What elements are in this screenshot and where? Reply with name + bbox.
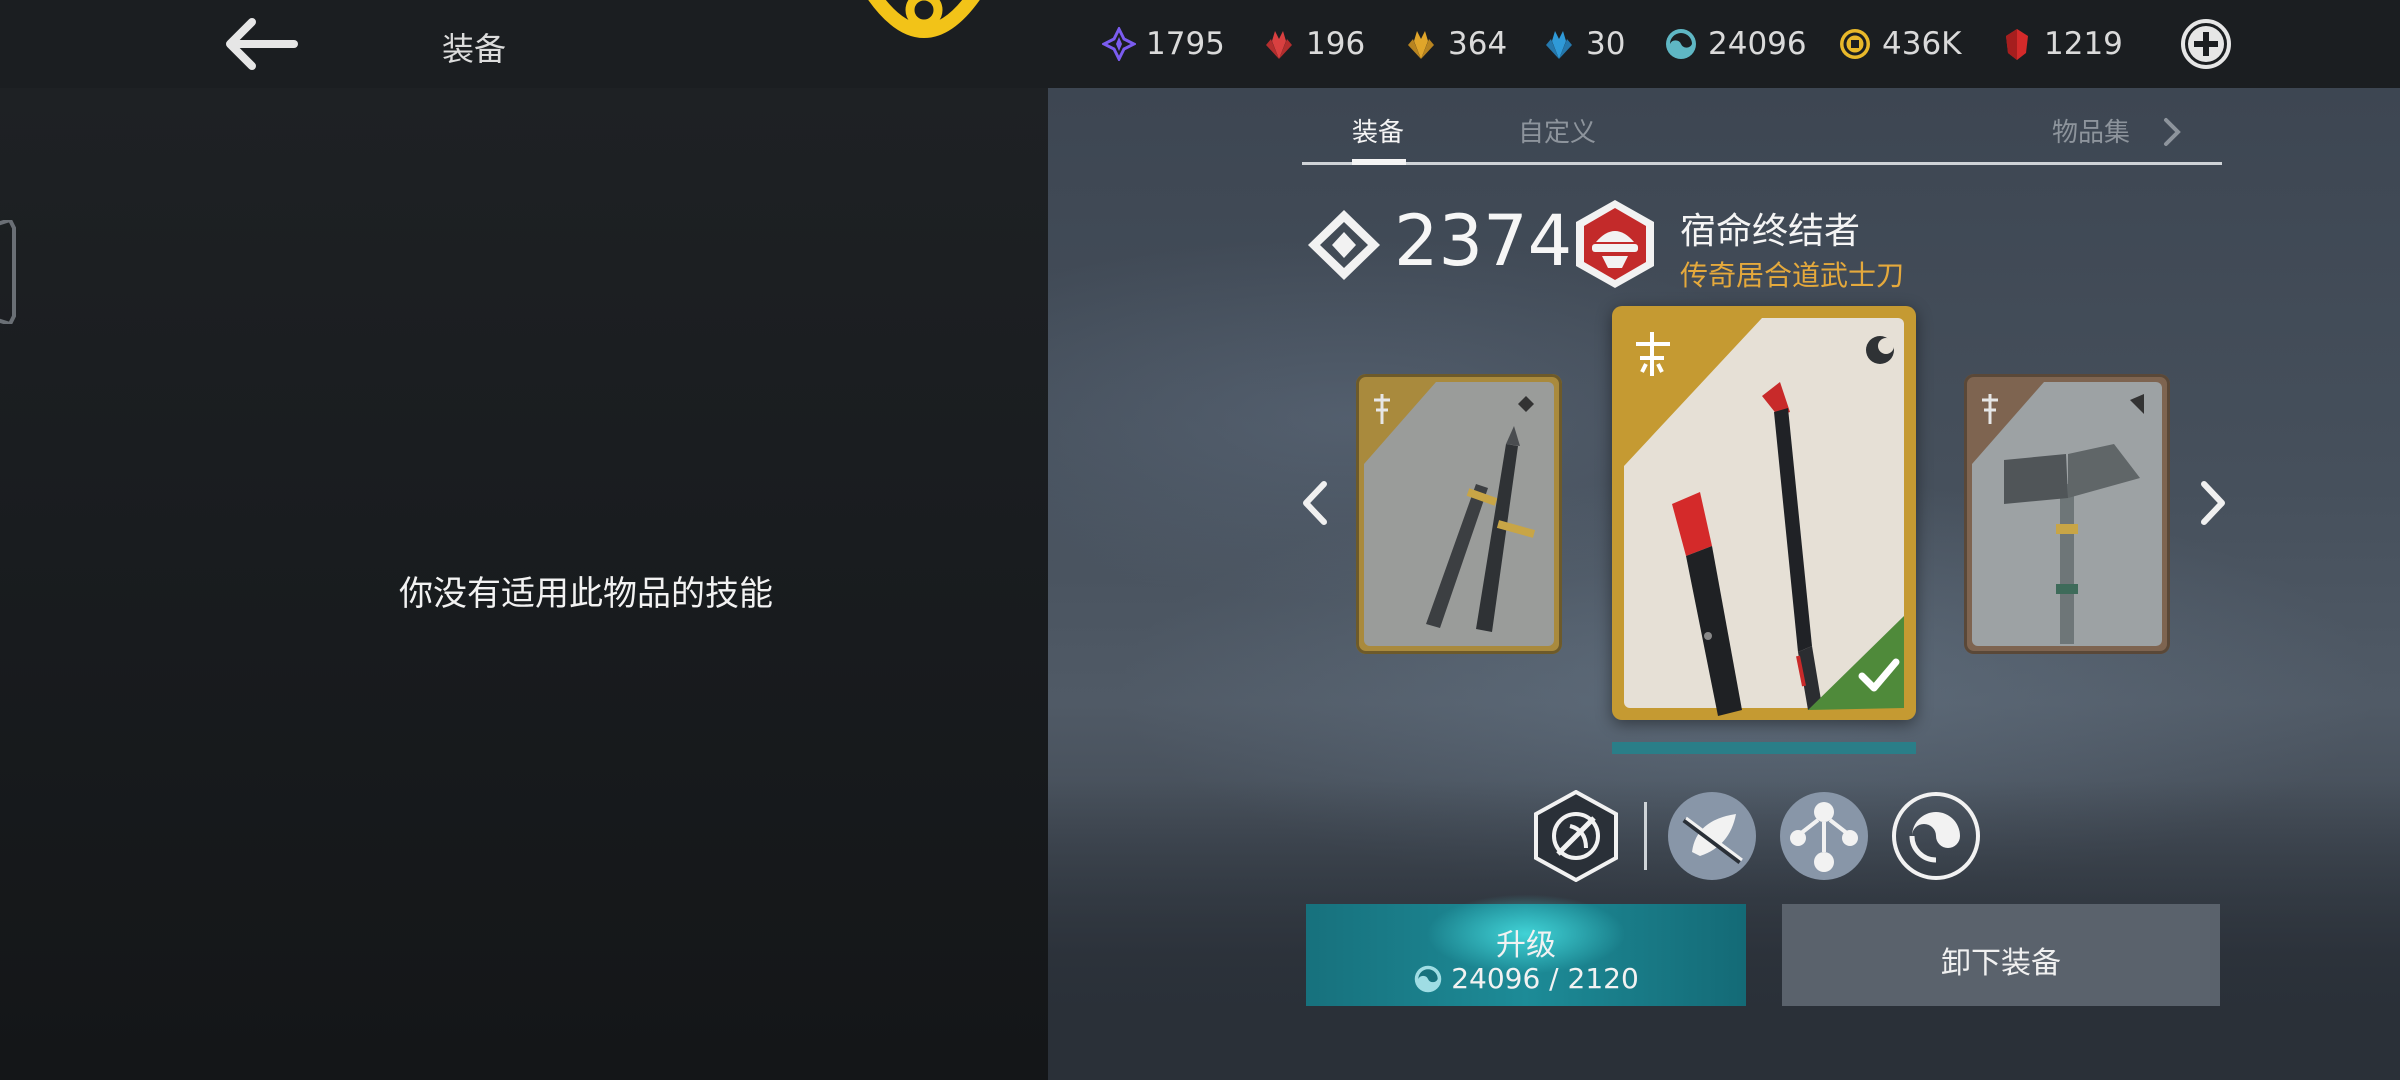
upgrade-label: 升级	[1496, 928, 1556, 963]
plus-circle-icon	[2181, 19, 2231, 69]
upgrade-cost: 24096 / 2120	[1306, 962, 1746, 995]
skill-divider	[1644, 802, 1647, 870]
panel-edge-hex-icon	[0, 220, 16, 324]
feather-disabled-icon[interactable]	[1666, 790, 1758, 882]
energy-swirl-icon	[1666, 29, 1696, 59]
katana-blades-icon	[1624, 318, 1904, 716]
back-button[interactable]	[222, 16, 298, 72]
currency-blue-crystal-value: 30	[1586, 26, 1626, 62]
samurai-helmet-badge-icon	[1576, 200, 1654, 288]
iaido-stance-icon[interactable]	[1530, 790, 1622, 882]
currency-blue-crystal: 30	[1542, 22, 1625, 66]
currency-coin-value: 436K	[1882, 26, 1962, 62]
skill-tree-icon[interactable]	[1778, 790, 1870, 882]
item-card-hammer[interactable]	[1964, 374, 2170, 654]
currency-ruby: 1219	[2000, 22, 2123, 66]
twin-swords-icon	[1364, 382, 1554, 646]
currency-purple-shard: 1795	[1102, 22, 1225, 66]
upgrade-cost-value: 24096 / 2120	[1451, 962, 1639, 995]
tab-equipment[interactable]: 装备	[1352, 112, 1404, 149]
unequip-label: 卸下装备	[1941, 946, 2061, 981]
currency-energy: 24096	[1664, 22, 1807, 66]
gold-crystal-icon	[1408, 31, 1434, 59]
energy-swirl-icon	[1414, 965, 1442, 992]
currency-gold-crystal-value: 364	[1448, 26, 1508, 62]
tab-customize[interactable]: 自定义	[1518, 112, 1596, 149]
item-type: 传奇居合道武士刀	[1680, 259, 1905, 292]
back-arrow-icon	[226, 18, 298, 70]
item-level-strip	[1612, 742, 1916, 754]
chevron-right-icon[interactable]	[2162, 116, 2182, 148]
red-crystal-icon	[1266, 31, 1292, 59]
currency-red-crystal: 196	[1262, 22, 1365, 66]
tab-active-indicator	[1352, 159, 1406, 165]
tab-divider-line	[1302, 162, 2222, 165]
page-title: 装备	[442, 30, 507, 68]
spiral-ability-icon[interactable]	[1890, 790, 1982, 882]
currency-energy-value: 24096	[1708, 26, 1807, 62]
currency-red-crystal-value: 196	[1306, 26, 1366, 62]
power-rating: 2374	[1394, 200, 1573, 282]
purple-shard-icon	[1102, 27, 1136, 61]
add-currency-button[interactable]	[2180, 18, 2232, 70]
war-hammer-icon	[1972, 382, 2162, 646]
coin-icon	[1840, 29, 1870, 59]
item-card-katana-equipped[interactable]	[1612, 306, 1916, 720]
tab-item-sets[interactable]: 物品集	[2052, 112, 2130, 149]
blue-crystal-icon	[1546, 31, 1572, 59]
unequip-button[interactable]: 卸下装备	[1782, 904, 2220, 1006]
power-diamond-icon	[1308, 210, 1380, 280]
upgrade-button[interactable]: 升级 24096 / 2120	[1306, 894, 1746, 1006]
item-name: 宿命终结者	[1680, 211, 1861, 252]
previous-item-arrow-icon[interactable]	[1298, 478, 1330, 528]
currency-gold-crystal: 364	[1404, 22, 1507, 66]
currency-coin: 436K	[1838, 22, 1962, 66]
currency-ruby-value: 1219	[2044, 26, 2123, 62]
next-item-arrow-icon[interactable]	[2198, 478, 2230, 528]
ruby-gem-icon	[2006, 29, 2028, 60]
no-skill-message: 你没有适用此物品的技能	[399, 574, 773, 614]
currency-purple-shard-value: 1795	[1146, 26, 1225, 62]
item-card-swords[interactable]	[1356, 374, 1562, 654]
clan-emblem-icon	[868, 0, 980, 38]
top-bar: 装备 1795 196 364 30 24096 436K 1219	[0, 0, 2400, 88]
